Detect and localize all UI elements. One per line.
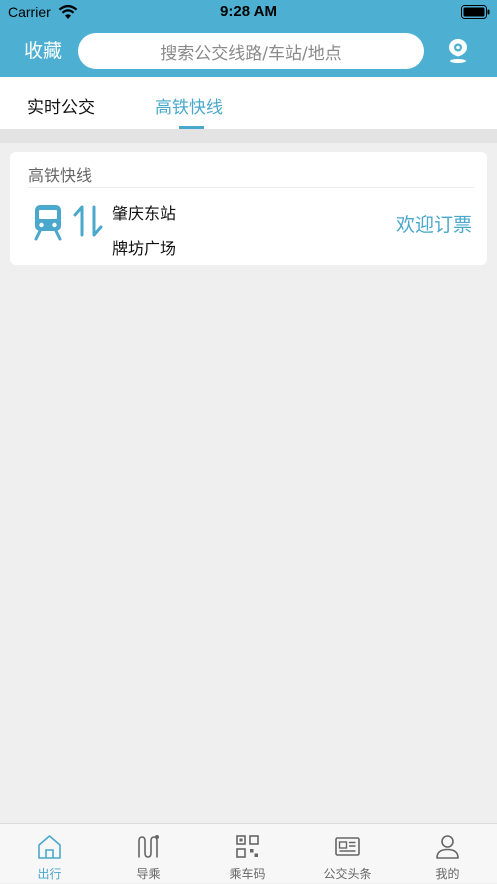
home-icon [38, 835, 61, 859]
to-station: 牌坊广场 [112, 239, 177, 258]
nav-label-profile: 我的 [435, 867, 460, 881]
search-input[interactable]: 搜索公交线路/车站/地点 [78, 33, 424, 69]
qr-code-icon [236, 835, 259, 858]
tab-bar: 实时公交 高铁快线 [0, 77, 497, 129]
tab-realtime-bus[interactable]: 实时公交 [27, 93, 95, 118]
nav-item-ride-code[interactable]: 乘车码 [198, 824, 297, 884]
nav-item-profile[interactable]: 我的 [398, 824, 497, 884]
nav-item-guide[interactable]: 导乘 [99, 824, 198, 884]
train-icon [34, 205, 62, 241]
nav-item-travel[interactable]: 出行 [0, 824, 99, 884]
location-pin-icon[interactable] [447, 38, 469, 64]
search-placeholder: 搜索公交线路/车站/地点 [160, 43, 342, 64]
battery-icon [461, 5, 490, 19]
card-title: 高铁快线 [28, 166, 93, 185]
book-ticket-button[interactable]: 欢迎订票 [396, 210, 472, 237]
favorites-button[interactable]: 收藏 [24, 36, 62, 63]
newspaper-icon [335, 837, 360, 856]
nav-item-news[interactable]: 公交头条 [298, 824, 397, 884]
clock: 9:28 AM [220, 3, 277, 20]
nav-label-ride-code: 乘车码 [229, 867, 266, 881]
section-separator [0, 129, 497, 143]
user-icon [436, 835, 459, 859]
nav-label-guide: 导乘 [136, 867, 161, 881]
route-icon [138, 835, 159, 858]
route-row[interactable]: 肇庆东站 牌坊广场 欢迎订票 [10, 188, 487, 265]
route-card: 高铁快线 肇庆东站 牌坊广场 欢迎订票 [10, 152, 487, 265]
top-header: Carrier 9:28 AM 收藏 搜索公交线路/车站/地点 [0, 0, 497, 77]
tab-high-speed-express[interactable]: 高铁快线 [155, 93, 223, 118]
status-bar: Carrier 9:28 AM [0, 0, 497, 25]
from-station: 肇庆东站 [112, 204, 177, 223]
nav-label-travel: 出行 [37, 867, 62, 881]
bottom-nav: 出行 导乘 乘车码 公交头条 我的 [0, 823, 497, 883]
swap-arrows-icon [73, 205, 103, 237]
nav-label-news: 公交头条 [323, 867, 372, 881]
